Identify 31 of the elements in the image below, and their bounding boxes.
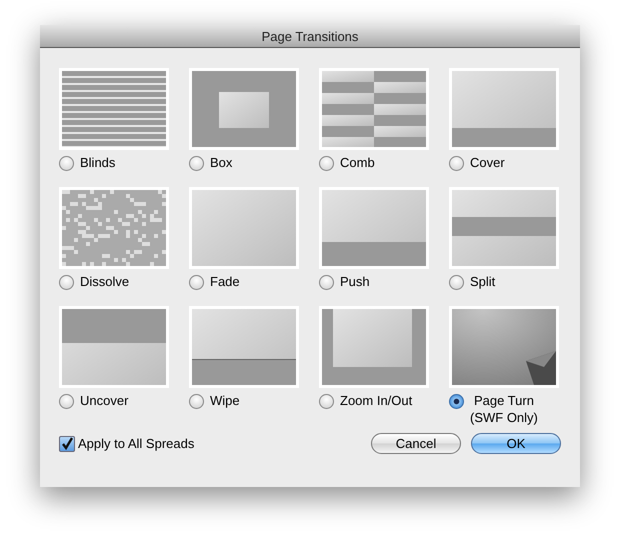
- radio-label[interactable]: Page Turn: [474, 393, 534, 409]
- checkbox[interactable]: [59, 436, 75, 452]
- radio-label[interactable]: Comb: [340, 155, 375, 171]
- radio-label[interactable]: Fade: [210, 274, 240, 290]
- radio-label[interactable]: Blinds: [80, 155, 116, 171]
- radio-label[interactable]: Zoom In/Out: [340, 393, 412, 409]
- radio-button[interactable]: [449, 394, 464, 409]
- radio-button[interactable]: [189, 275, 204, 290]
- radio-button[interactable]: [189, 156, 204, 171]
- radio-button[interactable]: [319, 156, 334, 171]
- radio-label[interactable]: Box: [210, 155, 232, 171]
- radio-label[interactable]: Dissolve: [80, 274, 130, 290]
- radio-button[interactable]: [189, 394, 204, 409]
- radio-label[interactable]: Split: [470, 274, 496, 290]
- radio-button[interactable]: [319, 394, 334, 409]
- transition-preview[interactable]: [449, 306, 559, 388]
- ok-button[interactable]: OK: [471, 433, 561, 454]
- radio-button[interactable]: [59, 275, 74, 290]
- note-text: (SWF Only): [470, 409, 538, 427]
- radio-button[interactable]: [319, 275, 334, 290]
- radio-label[interactable]: Cover: [470, 155, 505, 171]
- cancel-button[interactable]: Cancel: [371, 433, 461, 454]
- radio-label[interactable]: Uncover: [80, 393, 128, 409]
- radio-label[interactable]: Push: [340, 274, 370, 290]
- radio-button[interactable]: [59, 156, 74, 171]
- radio-button[interactable]: [449, 275, 464, 290]
- checkbox-label[interactable]: Apply to All Spreads: [78, 436, 194, 451]
- radio-label[interactable]: Wipe: [210, 393, 240, 409]
- window-title: Page Transitions: [262, 28, 358, 44]
- radio-button[interactable]: [449, 156, 464, 171]
- radio-button[interactable]: [59, 394, 74, 409]
